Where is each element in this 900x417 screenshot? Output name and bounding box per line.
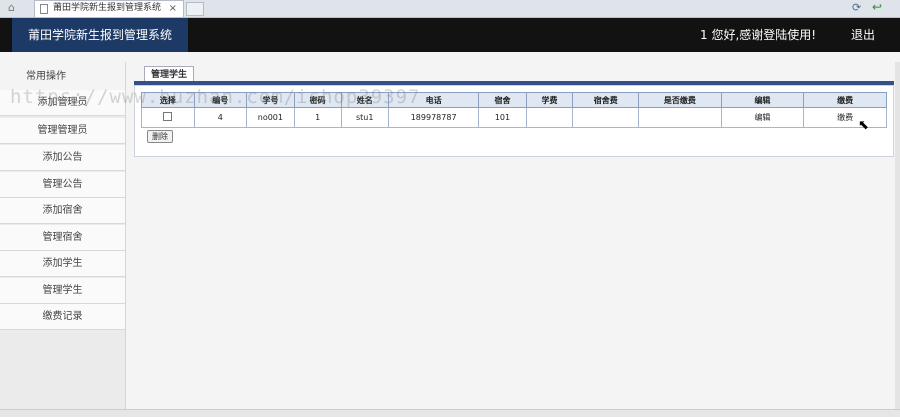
- col-dorm: 宿舍: [478, 92, 527, 108]
- tab-manage-student[interactable]: 管理学生: [144, 66, 194, 82]
- new-tab-button[interactable]: [186, 2, 204, 16]
- sidebar-item-manage-admin[interactable]: 管理管理员: [0, 118, 125, 144]
- cell-student-no: no001: [245, 107, 295, 128]
- main-content: 管理学生 选择 编号 学号 密码 姓名 电话 宿舍 学费 宿舍费 是否缴费 编辑…: [134, 62, 894, 158]
- cell-tuition: [525, 107, 574, 128]
- close-tab-icon[interactable]: ×: [169, 1, 177, 16]
- cell-id: 4: [193, 107, 247, 128]
- welcome-text: 1 您好,感谢登陆使用!: [700, 28, 817, 42]
- refresh-icon[interactable]: ⟳: [852, 1, 861, 14]
- col-edit: 编辑: [720, 92, 805, 108]
- sidebar-item-add-notice[interactable]: 添加公告: [0, 145, 125, 171]
- col-paid: 是否缴费: [638, 92, 722, 108]
- sidebar-item-manage-dorm[interactable]: 管理宿舍: [0, 225, 125, 251]
- row-checkbox[interactable]: [163, 112, 173, 121]
- logout-link[interactable]: 退出: [851, 18, 875, 52]
- cell-password: 1: [293, 107, 342, 128]
- sidebar-item-manage-student[interactable]: 管理学生: [0, 278, 125, 304]
- col-pay: 缴费: [803, 92, 887, 108]
- browser-tab[interactable]: 莆田学院新生报到管理系统 ×: [34, 0, 184, 17]
- sidebar-item-payment-records[interactable]: 缴费记录: [0, 304, 125, 330]
- sidebar: 常用操作 添加管理员 管理管理员 添加公告 管理公告 添加宿舍 管理宿舍 添加学…: [0, 62, 126, 416]
- cell-phone: 189978787: [387, 107, 480, 128]
- document-icon: [40, 4, 48, 14]
- delete-button[interactable]: 删除: [147, 130, 173, 143]
- mouse-cursor-icon: ⬉: [858, 118, 869, 133]
- app-header: 莆田学院新生报到管理系统 1 您好,感谢登陆使用! 退出: [0, 18, 900, 52]
- app-title: 莆田学院新生报到管理系统: [12, 18, 188, 52]
- cell-name: stu1: [340, 107, 389, 128]
- table-row: 4 no001 1 stu1 189978787 101 编辑 缴费: [141, 107, 887, 128]
- browser-tab-title: 莆田学院新生报到管理系统: [53, 3, 162, 13]
- cell-dorm-fee: [572, 107, 640, 128]
- col-tuition: 学费: [525, 92, 574, 108]
- sidebar-item-manage-notice[interactable]: 管理公告: [0, 172, 125, 198]
- cell-paid: [638, 107, 722, 128]
- home-icon[interactable]: ⌂: [8, 2, 22, 14]
- col-dorm-fee: 宿舍费: [572, 92, 640, 108]
- sidebar-item-add-dorm[interactable]: 添加宿舍: [0, 198, 125, 224]
- back-arrow-icon[interactable]: ↩: [872, 0, 882, 14]
- watermark: https://www.huzhan.com/ishop39397: [10, 86, 421, 108]
- cell-dorm: 101: [478, 107, 527, 128]
- row-select-cell: [141, 107, 195, 128]
- browser-tab-bar: ⌂ 莆田学院新生报到管理系统 × ⟳ ↩: [0, 0, 900, 18]
- sidebar-item-add-student[interactable]: 添加学生: [0, 251, 125, 277]
- edit-link[interactable]: 编辑: [720, 107, 805, 128]
- vertical-scrollbar[interactable]: [895, 62, 900, 409]
- pay-link[interactable]: 缴费: [803, 107, 887, 128]
